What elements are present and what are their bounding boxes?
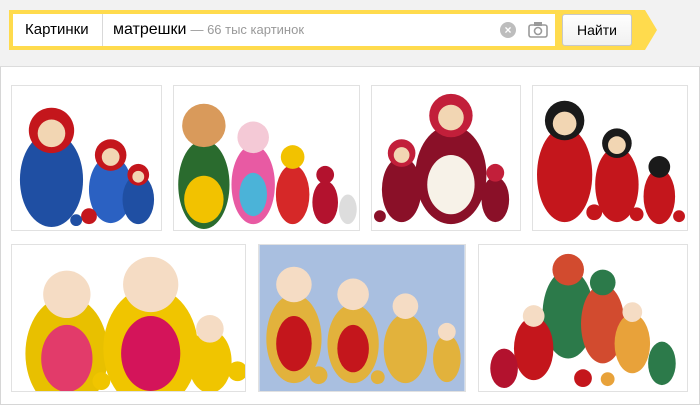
matryoshka-image-3 bbox=[372, 86, 520, 230]
camera-icon[interactable] bbox=[527, 20, 549, 40]
image-result-7[interactable] bbox=[478, 244, 688, 392]
search-arrow-decoration bbox=[645, 10, 657, 50]
matryoshka-image-5 bbox=[12, 245, 245, 391]
matryoshka-image-1 bbox=[12, 86, 161, 230]
image-result-2[interactable] bbox=[173, 85, 360, 231]
search-header: Картинки матрешки — 66 тыс картинок × Най… bbox=[0, 0, 700, 67]
service-label[interactable]: Картинки bbox=[13, 14, 103, 46]
matryoshka-image-2 bbox=[174, 86, 359, 230]
image-result-5[interactable] bbox=[11, 244, 246, 392]
search-input[interactable]: Картинки матрешки — 66 тыс картинок × bbox=[13, 14, 555, 46]
matryoshka-image-4 bbox=[533, 86, 687, 230]
results-count-hint: — 66 тыс картинок bbox=[190, 22, 305, 37]
query-text[interactable]: матрешки — 66 тыс картинок bbox=[113, 14, 304, 46]
image-result-3[interactable] bbox=[371, 85, 521, 231]
image-result-4[interactable] bbox=[532, 85, 688, 231]
matryoshka-image-7 bbox=[479, 245, 687, 391]
image-result-6[interactable] bbox=[258, 244, 466, 392]
query-value: матрешки bbox=[113, 21, 187, 38]
search-button[interactable]: Найти bbox=[562, 14, 632, 46]
clear-icon[interactable]: × bbox=[500, 22, 516, 38]
image-result-1[interactable] bbox=[11, 85, 162, 231]
matryoshka-image-6 bbox=[259, 245, 465, 391]
